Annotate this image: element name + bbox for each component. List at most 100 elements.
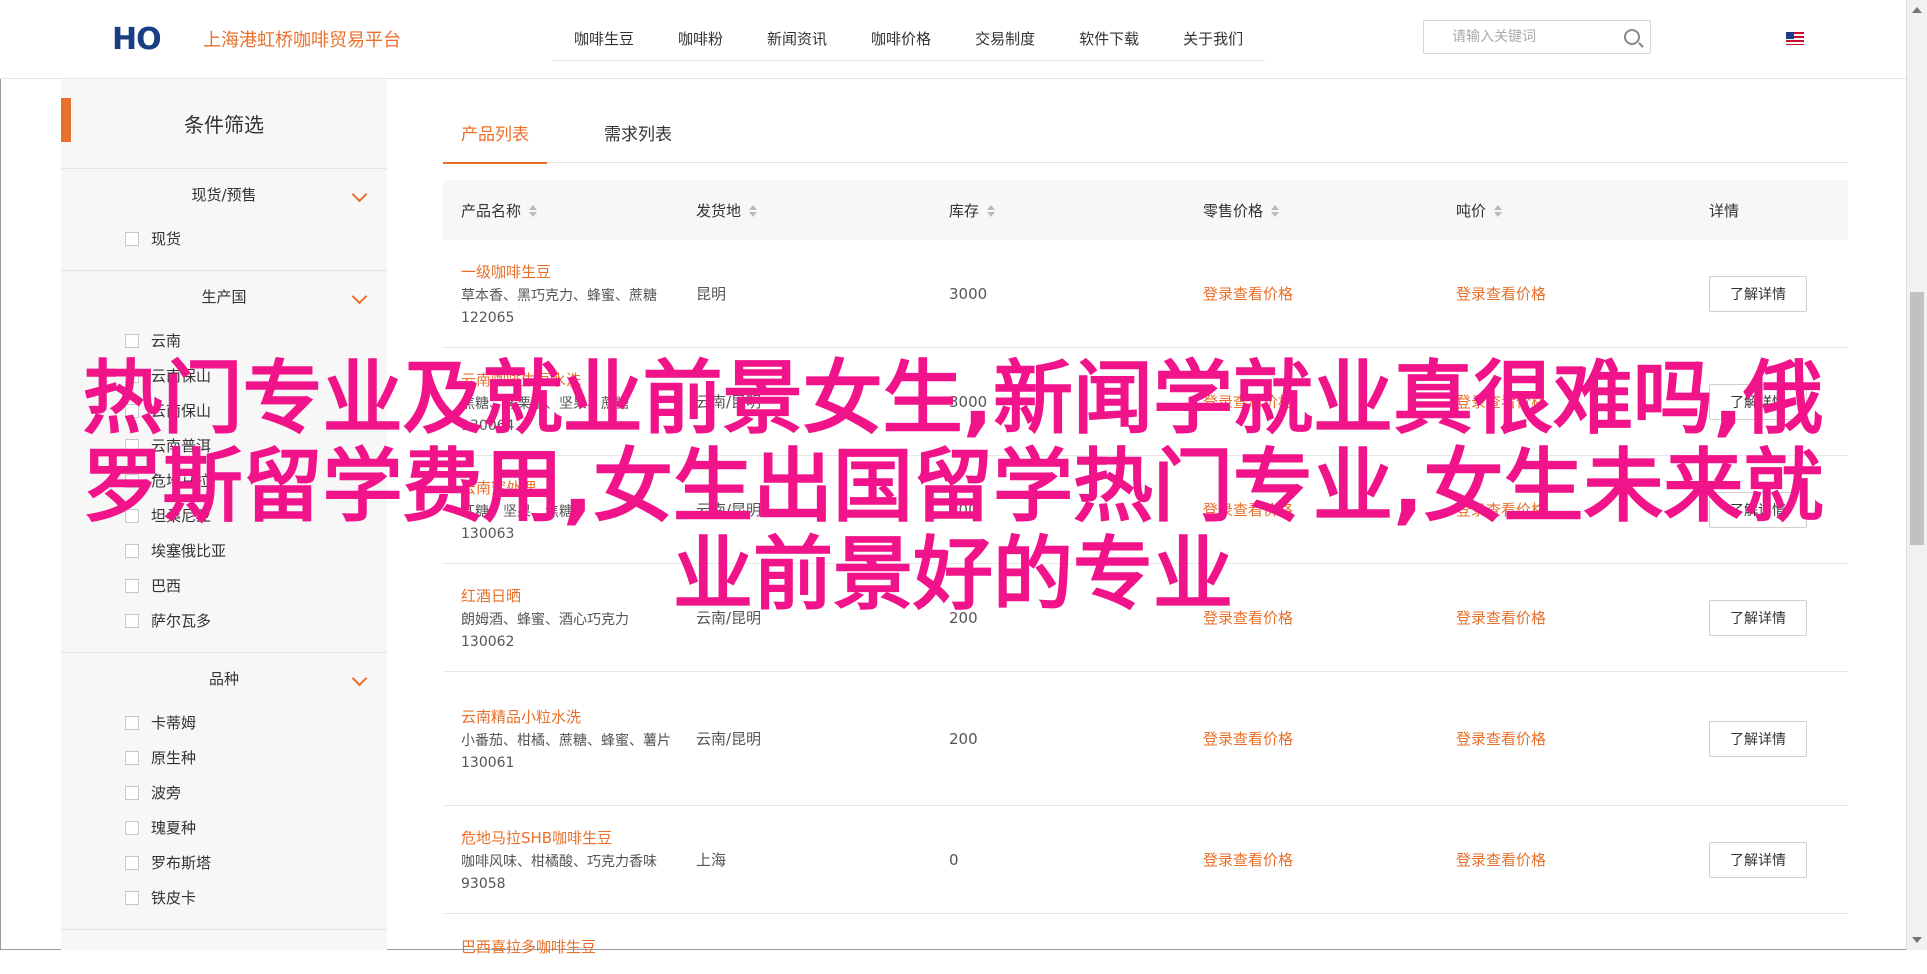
filter-option[interactable]: 云南 xyxy=(61,323,387,358)
checkbox[interactable] xyxy=(125,333,139,348)
stock-cell: 3000 xyxy=(949,392,988,411)
details-button[interactable]: 了解详情 xyxy=(1709,275,1807,312)
vertical-scrollbar[interactable] xyxy=(1906,0,1927,950)
site-logo[interactable]: HO xyxy=(112,21,162,57)
search-icon[interactable] xyxy=(1624,29,1640,45)
product-name-link[interactable]: 巴西喜拉多咖啡生豆 xyxy=(461,936,696,957)
scroll-up-arrow-icon[interactable] xyxy=(1912,7,1922,13)
option-label: 瑰夏种 xyxy=(151,819,197,837)
ton-price-login-link[interactable]: 登录查看价格 xyxy=(1456,609,1546,627)
retail-price-login-link[interactable]: 登录查看价格 xyxy=(1203,851,1293,869)
checkbox[interactable] xyxy=(125,890,139,905)
checkbox[interactable] xyxy=(125,578,139,593)
filter-option[interactable]: 铁皮卡 xyxy=(61,880,387,915)
sort-icon[interactable] xyxy=(987,205,996,217)
filter-option[interactable]: 波旁 xyxy=(61,775,387,810)
ton-price-login-link[interactable]: 登录查看价格 xyxy=(1456,393,1546,411)
details-button[interactable]: 了解详情 xyxy=(1709,491,1807,528)
checkbox[interactable] xyxy=(125,438,139,453)
sort-icon[interactable] xyxy=(1494,205,1503,217)
retail-price-login-link[interactable]: 登录查看价格 xyxy=(1203,609,1293,627)
retail-price-login-link[interactable]: 登录查看价格 xyxy=(1203,730,1293,748)
ton-price-login-link[interactable]: 登录查看价格 xyxy=(1456,501,1546,519)
checkbox[interactable] xyxy=(125,613,139,628)
filter-option[interactable]: 危地马拉 xyxy=(61,463,387,498)
filter-group-title: 现货/预售 xyxy=(191,186,257,204)
ton-price-login-link[interactable]: 登录查看价格 xyxy=(1456,730,1546,748)
origin-cell: 云南/昆明 xyxy=(696,730,762,748)
filter-option[interactable]: 瑰夏种 xyxy=(61,810,387,845)
product-name-link[interactable]: 云南蜜处理 xyxy=(461,477,696,498)
product-name-link[interactable]: 一级咖啡生豆 xyxy=(461,261,696,282)
scrollbar-thumb[interactable] xyxy=(1910,292,1924,545)
retail-price-login-link[interactable]: 登录查看价格 xyxy=(1203,393,1293,411)
checkbox[interactable] xyxy=(125,820,139,835)
checkbox[interactable] xyxy=(125,403,139,418)
checkbox[interactable] xyxy=(125,368,139,383)
chevron-down-icon[interactable] xyxy=(351,288,368,305)
product-name-link[interactable]: 危地马拉SHB咖啡生豆 xyxy=(461,827,696,848)
product-cell: 云南精品小粒水洗 小番茄、柑橘、蔗糖、蜂蜜、薯片 130061 xyxy=(443,706,696,771)
details-button[interactable]: 了解详情 xyxy=(1709,841,1807,878)
nav-item-coffee-powder[interactable]: 咖啡粉 xyxy=(656,18,745,60)
us-flag-icon[interactable] xyxy=(1786,32,1804,45)
sort-icon[interactable] xyxy=(1271,205,1280,217)
option-label: 原生种 xyxy=(151,749,197,767)
product-name-link[interactable]: 云南精品小粒水洗 xyxy=(461,706,696,727)
filter-option[interactable]: 坦桑尼亚 xyxy=(61,498,387,533)
nav-item-about[interactable]: 关于我们 xyxy=(1161,18,1265,60)
chevron-down-icon[interactable] xyxy=(351,186,368,203)
filter-option[interactable]: 云南保山 xyxy=(61,358,387,393)
details-button[interactable]: 了解详情 xyxy=(1709,599,1807,636)
filter-option[interactable]: 原生种 xyxy=(61,740,387,775)
origin-cell: 云南/昆明 xyxy=(696,609,762,627)
ton-price-login-link[interactable]: 登录查看价格 xyxy=(1456,285,1546,303)
column-header-retail-price[interactable]: 零售价格 xyxy=(1203,200,1456,221)
retail-price-login-link[interactable]: 登录查看价格 xyxy=(1203,285,1293,303)
checkbox[interactable] xyxy=(125,231,139,246)
filter-option[interactable]: 巴西 xyxy=(61,568,387,603)
column-header-origin[interactable]: 发货地 xyxy=(696,200,949,221)
filter-group-header[interactable]: 生产国 xyxy=(61,271,387,323)
chevron-down-icon[interactable] xyxy=(351,670,368,687)
product-name-link[interactable]: 红酒日晒 xyxy=(461,585,696,606)
column-header-product-name[interactable]: 产品名称 xyxy=(443,200,696,221)
details-button[interactable]: 了解详情 xyxy=(1709,720,1807,757)
retail-price-login-link[interactable]: 登录查看价格 xyxy=(1203,501,1293,519)
checkbox[interactable] xyxy=(125,715,139,730)
nav-item-green-beans[interactable]: 咖啡生豆 xyxy=(552,18,656,60)
checkbox[interactable] xyxy=(125,855,139,870)
details-button[interactable]: 了解详情 xyxy=(1709,383,1807,420)
search-input[interactable] xyxy=(1424,21,1632,53)
filter-option[interactable]: 云南保山 xyxy=(61,393,387,428)
filter-group-header[interactable]: 品种 xyxy=(61,653,387,705)
sort-icon[interactable] xyxy=(749,205,758,217)
tab-demand-list[interactable]: 需求列表 xyxy=(604,120,672,162)
column-header-stock[interactable]: 库存 xyxy=(949,200,1203,221)
filter-option[interactable]: 罗布斯塔 xyxy=(61,845,387,880)
nav-item-prices[interactable]: 咖啡价格 xyxy=(849,18,953,60)
ton-price-login-link[interactable]: 登录查看价格 xyxy=(1456,851,1546,869)
filter-option[interactable]: 云南普洱 xyxy=(61,428,387,463)
checkbox[interactable] xyxy=(125,785,139,800)
nav-item-news[interactable]: 新闻资讯 xyxy=(745,18,849,60)
filter-option[interactable]: 埃塞俄比亚 xyxy=(61,533,387,568)
site-name[interactable]: 上海港虹桥咖啡贸易平台 xyxy=(203,26,401,52)
checkbox[interactable] xyxy=(125,543,139,558)
nav-item-trading-rules[interactable]: 交易制度 xyxy=(953,18,1057,60)
scroll-down-arrow-icon[interactable] xyxy=(1912,937,1922,943)
tab-product-list[interactable]: 产品列表 xyxy=(443,120,547,164)
filter-option[interactable]: 卡蒂姆 xyxy=(61,705,387,740)
filter-option[interactable]: 萨尔瓦多 xyxy=(61,603,387,638)
nav-item-downloads[interactable]: 软件下载 xyxy=(1057,18,1161,60)
checkbox[interactable] xyxy=(125,750,139,765)
product-id: 130063 xyxy=(461,526,515,542)
product-name-link[interactable]: 云南咖啡生豆水洗 xyxy=(461,369,696,390)
filter-option[interactable]: 现货 xyxy=(61,221,387,256)
column-header-ton-price[interactable]: 吨价 xyxy=(1456,200,1709,221)
filter-group-header[interactable]: 现货/预售 xyxy=(61,169,387,221)
logo-mark: HO xyxy=(112,21,162,57)
checkbox[interactable] xyxy=(125,473,139,488)
sort-icon[interactable] xyxy=(529,205,538,217)
checkbox[interactable] xyxy=(125,508,139,523)
